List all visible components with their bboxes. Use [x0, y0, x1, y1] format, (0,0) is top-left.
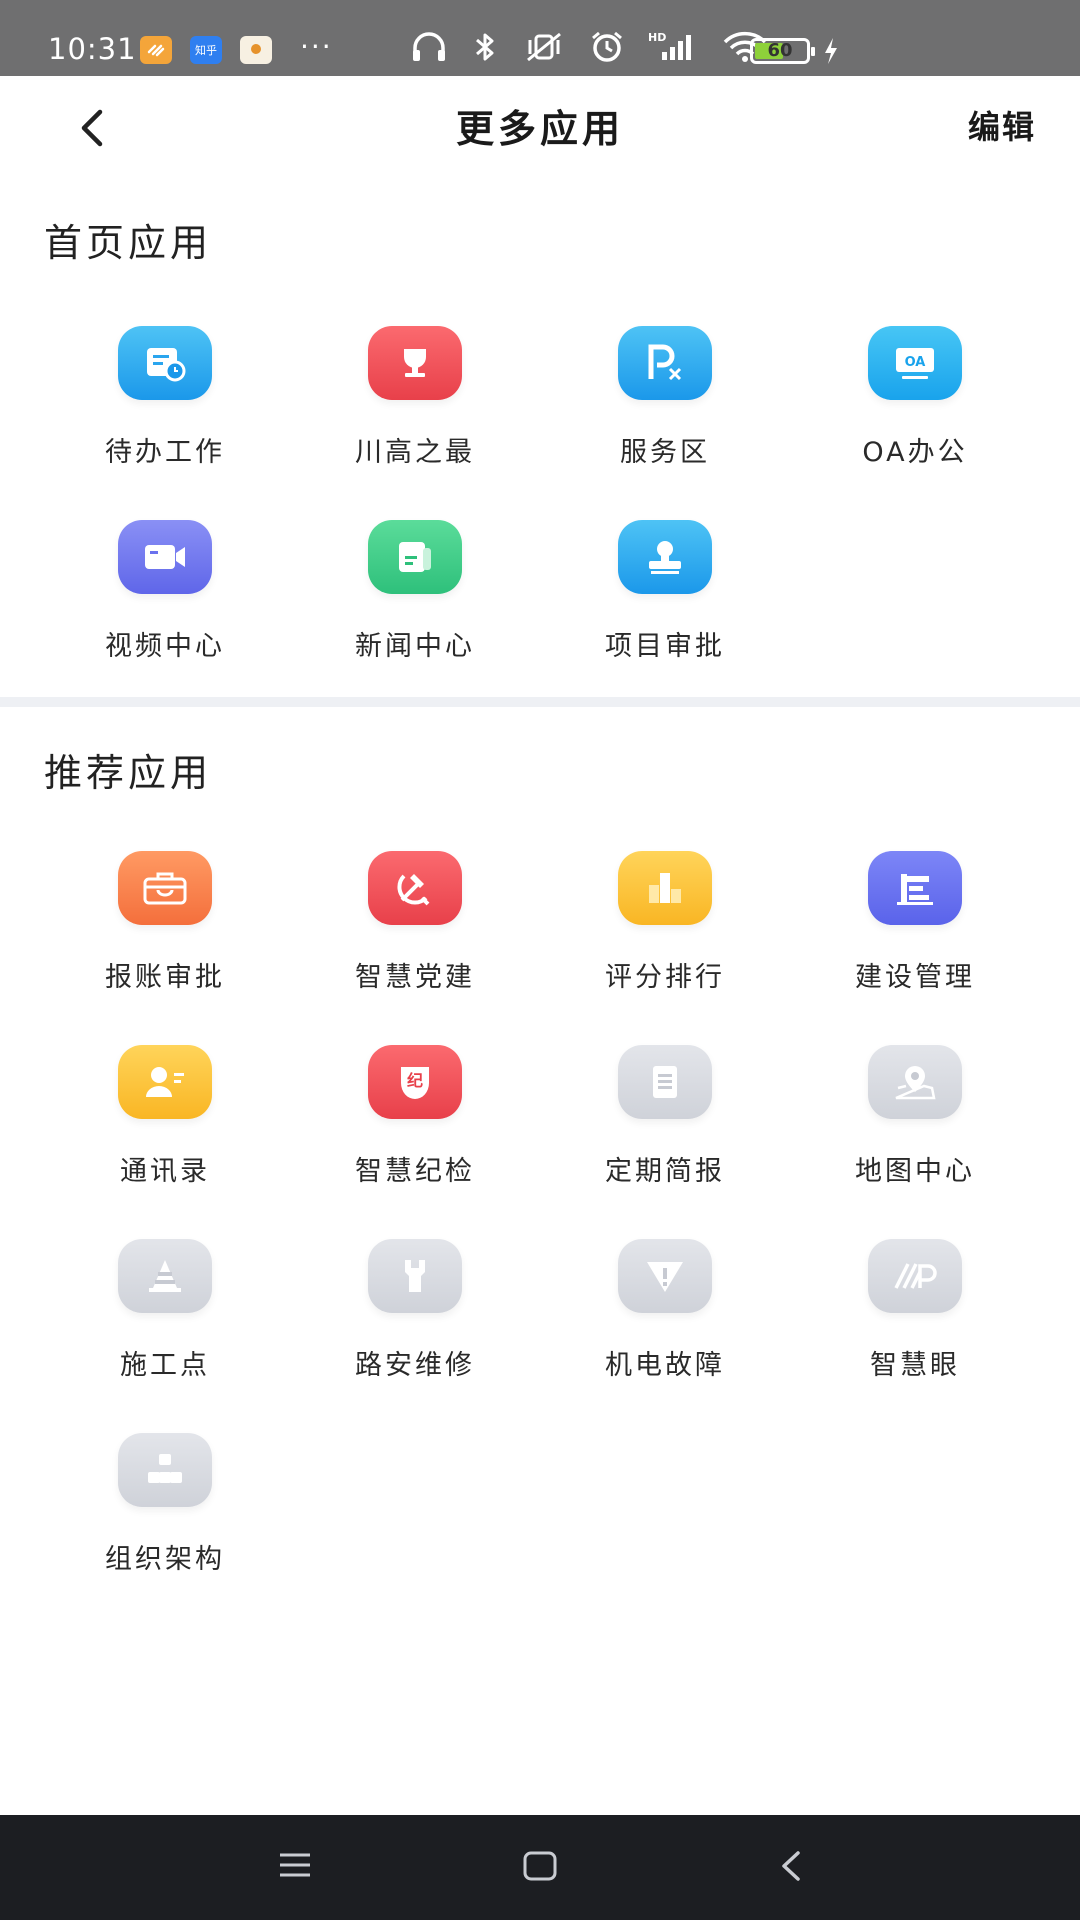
app-smart-party-building[interactable]: 智慧党建 — [290, 821, 540, 1015]
app-score-ranking[interactable]: 评分排行 — [540, 821, 790, 1015]
recommended-apps-grid: 报账审批 智慧党建 评分排行 建设管理 通讯录 纪 智慧纪检 定期简报 地图中心… — [0, 821, 1080, 1597]
system-icons: HD — [410, 30, 768, 64]
menu-icon[interactable] — [278, 1849, 312, 1881]
app-label: 报账审批 — [105, 962, 225, 993]
more-notifications-icon: ··· — [300, 30, 333, 63]
wrench-icon — [368, 1239, 462, 1313]
app-smart-eye[interactable]: 智慧眼 — [790, 1209, 1040, 1403]
section-title-recommended-apps: 推荐应用 — [44, 751, 213, 795]
app-label: 智慧党建 — [355, 962, 475, 993]
app-video-center[interactable]: 视频中心 — [40, 490, 290, 684]
signal-hd-icon: HD — [648, 31, 691, 60]
warning-icon — [618, 1239, 712, 1313]
edit-button[interactable]: 编辑 — [968, 102, 1036, 148]
todo-icon — [118, 326, 212, 400]
app-label: 施工点 — [120, 1350, 210, 1381]
app-label: OA办公 — [862, 437, 968, 468]
trophy-icon — [368, 326, 462, 400]
app-label: 机电故障 — [605, 1350, 725, 1381]
document-icon — [618, 1045, 712, 1119]
app-label: 新闻中心 — [355, 631, 475, 662]
app-label: 组织架构 — [105, 1544, 225, 1575]
vibrate-off-icon — [527, 32, 561, 62]
app-chuangao-best[interactable]: 川高之最 — [290, 296, 540, 490]
stamp-icon — [618, 520, 712, 594]
notification-app-icon — [140, 36, 172, 64]
app-smart-discipline[interactable]: 纪 智慧纪检 — [290, 1015, 540, 1209]
app-label: 通讯录 — [120, 1156, 210, 1187]
app-electromechanical-fault[interactable]: 机电故障 — [540, 1209, 790, 1403]
app-map-center[interactable]: 地图中心 — [790, 1015, 1040, 1209]
app-construction-site[interactable]: 施工点 — [40, 1209, 290, 1403]
app-header: 更多应用 编辑 — [0, 76, 1080, 176]
home-apps-grid: 待办工作 川高之最 服务区 OA OA办公 视频中心 新闻中心 项目审批 — [0, 296, 1080, 684]
traffic-cone-icon — [118, 1239, 212, 1313]
svg-text:纪: 纪 — [407, 1071, 423, 1090]
bluetooth-icon — [476, 33, 494, 61]
headphones-icon — [413, 32, 445, 61]
battery-indicator: 60 — [750, 38, 815, 64]
app-contacts[interactable]: 通讯录 — [40, 1015, 290, 1209]
app-label: 智慧纪检 — [355, 1156, 475, 1187]
section-title-home-apps: 首页应用 — [44, 221, 213, 265]
construction-icon — [868, 851, 962, 925]
discipline-shield-icon: 纪 — [368, 1045, 462, 1119]
app-periodic-briefing[interactable]: 定期简报 — [540, 1015, 790, 1209]
svg-text:OA: OA — [905, 355, 926, 370]
parking-service-icon — [618, 326, 712, 400]
smart-eye-logo-icon — [868, 1239, 962, 1313]
party-emblem-icon — [368, 851, 462, 925]
notification-app-icon — [240, 36, 272, 64]
status-time: 10:31 — [48, 32, 137, 66]
app-label: 评分排行 — [605, 962, 725, 993]
zhihu-app-icon: 知乎 — [190, 36, 222, 64]
section-divider — [0, 697, 1080, 707]
app-label: 待办工作 — [105, 437, 225, 468]
back-triangle-icon[interactable] — [776, 1849, 804, 1883]
oa-office-icon: OA — [868, 326, 962, 400]
app-label: 建设管理 — [855, 962, 975, 993]
app-expense-approval[interactable]: 报账审批 — [40, 821, 290, 1015]
briefcase-icon — [118, 851, 212, 925]
battery-level: 60 — [767, 40, 793, 61]
app-label: 服务区 — [620, 437, 710, 468]
bar-ranking-icon — [618, 851, 712, 925]
home-square-icon[interactable] — [522, 1849, 558, 1883]
app-label: 定期简报 — [605, 1156, 725, 1187]
svg-text:HD: HD — [648, 31, 666, 44]
app-service-area[interactable]: 服务区 — [540, 296, 790, 490]
app-label: 项目审批 — [605, 631, 725, 662]
app-todo-work[interactable]: 待办工作 — [40, 296, 290, 490]
app-label: 路安维修 — [355, 1350, 475, 1381]
app-construction-management[interactable]: 建设管理 — [790, 821, 1040, 1015]
app-project-approval[interactable]: 项目审批 — [540, 490, 790, 684]
app-org-structure[interactable]: 组织架构 — [40, 1403, 290, 1597]
charging-icon — [825, 38, 837, 64]
app-label: 视频中心 — [105, 631, 225, 662]
app-road-maintenance[interactable]: 路安维修 — [290, 1209, 540, 1403]
contact-card-icon — [118, 1045, 212, 1119]
video-camera-icon — [118, 520, 212, 594]
app-label: 地图中心 — [855, 1156, 975, 1187]
map-pin-icon — [868, 1045, 962, 1119]
status-bar: 10:31 知乎 ··· HD 60 — [0, 0, 1080, 76]
news-icon — [368, 520, 462, 594]
alarm-icon — [592, 31, 622, 62]
org-chart-icon — [118, 1433, 212, 1507]
system-navigation-bar — [0, 1815, 1080, 1920]
page-title: 更多应用 — [455, 107, 624, 151]
app-label: 川高之最 — [355, 437, 475, 468]
app-news-center[interactable]: 新闻中心 — [290, 490, 540, 684]
app-label: 智慧眼 — [870, 1350, 960, 1381]
app-oa-office[interactable]: OA OA办公 — [790, 296, 1040, 490]
